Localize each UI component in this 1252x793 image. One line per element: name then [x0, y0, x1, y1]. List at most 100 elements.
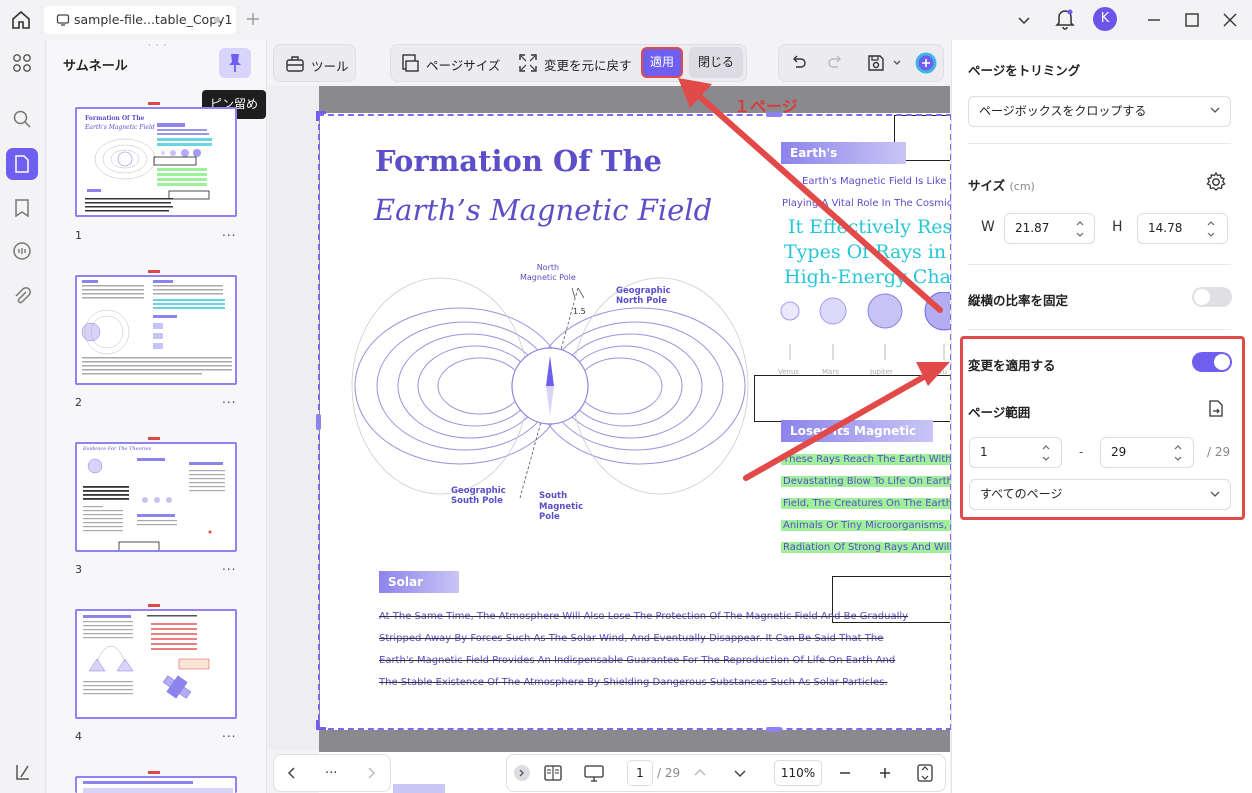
comment-icon[interactable]: [12, 241, 32, 261]
bell-icon[interactable]: [1055, 8, 1075, 30]
next-page-heading-sliver: [393, 784, 445, 793]
range-to-value: 29: [1111, 445, 1127, 459]
pin-button[interactable]: [219, 48, 251, 78]
revert-button[interactable]: 変更を元に戻す: [544, 55, 632, 74]
page-thumbnail-5[interactable]: [75, 776, 237, 793]
close-window-icon[interactable]: [1222, 12, 1238, 28]
home-icon[interactable]: [10, 9, 32, 31]
size-settings-gear-icon[interactable]: [1205, 171, 1227, 193]
fit-page-icon[interactable]: [915, 763, 935, 783]
lock-ratio-toggle[interactable]: [1192, 287, 1232, 307]
pages-select-chevron-icon: [1209, 488, 1221, 500]
prev-page-icon[interactable]: [285, 766, 299, 780]
pages-select[interactable]: すべてのページ: [969, 479, 1231, 510]
thumb-2-marker: [146, 269, 162, 275]
range-to-stepper-icon[interactable]: [1173, 442, 1183, 464]
total-pages-label: / 29: [657, 766, 681, 780]
revert-expand-icon: [518, 53, 538, 73]
page-thumbnail-1[interactable]: Formation Of The Earth's Magnetic Field: [75, 107, 237, 217]
current-page-input[interactable]: 1: [627, 760, 653, 786]
page-number-4: 4: [75, 730, 82, 743]
size-unit: (cm): [1009, 180, 1035, 193]
svg-text:Evidence For The Theories: Evidence For The Theories: [82, 446, 152, 452]
range-from-stepper-icon[interactable]: [1041, 442, 1051, 464]
scroll-down-icon[interactable]: [733, 766, 747, 780]
page-thumbnail-2[interactable]: [75, 275, 237, 385]
zoom-in-icon[interactable]: [878, 766, 892, 780]
lock-ratio-knob: [1194, 289, 1210, 305]
crop-mode-value: ページボックスをクロップする: [979, 104, 1147, 118]
lock-ratio-label: 縦横の比率を固定: [968, 293, 1069, 308]
page-number-3: 3: [75, 563, 82, 576]
toolbox-icon: [285, 54, 305, 74]
page-number-2: 2: [75, 396, 82, 409]
apps-grid-icon[interactable]: [12, 53, 32, 73]
thumbnails-page-icon[interactable]: [14, 155, 30, 173]
apply-changes-toggle[interactable]: [1192, 352, 1232, 372]
page-range-label: ページ範囲: [968, 405, 1031, 420]
page-more-button[interactable]: ...: [325, 762, 337, 777]
search-icon[interactable]: [12, 109, 32, 129]
apply-changes-knob: [1214, 354, 1230, 370]
sidebar-toggle-icon[interactable]: [13, 762, 33, 782]
crop-handle-top-left[interactable]: [316, 111, 326, 121]
thumb-3-marker: [146, 436, 162, 442]
range-dash: -: [1079, 445, 1084, 459]
page-3-more-button[interactable]: ...: [222, 559, 236, 573]
height-value: 14.78: [1148, 221, 1183, 235]
crop-handle-bottom[interactable]: [766, 727, 782, 732]
page-size-button[interactable]: ページサイズ: [426, 55, 500, 74]
page-thumbnail-4[interactable]: [75, 609, 237, 719]
presentation-icon[interactable]: [583, 763, 605, 783]
bookmark-icon[interactable]: [13, 198, 31, 218]
crop-handle-left[interactable]: [316, 414, 321, 430]
tools-button[interactable]: ツール: [273, 44, 356, 82]
next-page-icon[interactable]: [364, 766, 378, 780]
size-label-text: サイズ: [968, 178, 1006, 193]
page-thumbnail-3[interactable]: Evidence For The Theories: [75, 442, 237, 552]
height-label: H: [1112, 219, 1123, 235]
svg-text:Earth's Magnetic Field: Earth's Magnetic Field: [84, 124, 155, 131]
page-size-icon: [400, 53, 420, 73]
tab-unsaved-dot: [214, 17, 220, 23]
width-label: W: [981, 219, 995, 235]
divider-3: [968, 329, 1231, 330]
range-from-value: 1: [980, 445, 988, 459]
page-number-1: 1: [75, 229, 82, 242]
avatar[interactable]: K: [1093, 7, 1117, 31]
minimize-icon[interactable]: [1146, 12, 1162, 28]
pages-select-value: すべてのページ: [980, 487, 1063, 501]
panel-drag-handle[interactable]: · · ·: [148, 41, 167, 51]
tab-doc-icon: [56, 13, 70, 27]
page-range-icon[interactable]: [1206, 399, 1226, 419]
page-2-more-button[interactable]: ...: [222, 392, 236, 406]
crop-mode-select[interactable]: ページボックスをクロップする: [968, 96, 1231, 127]
annotation-label: １ページ: [734, 97, 798, 116]
reading-mode-icon[interactable]: [543, 763, 563, 783]
document-tab[interactable]: sample-file...table_Copy1: [44, 6, 236, 34]
zoom-out-icon[interactable]: [838, 766, 852, 780]
chevron-down-icon[interactable]: [1017, 13, 1031, 27]
thumb-1-marker: [146, 101, 162, 107]
width-value: 21.87: [1015, 221, 1050, 235]
thumbnail-panel-title: サムネール: [63, 59, 128, 74]
collapse-bar-icon[interactable]: [514, 765, 530, 781]
size-label: サイズ (cm): [968, 175, 1035, 194]
new-tab-icon[interactable]: [245, 11, 261, 27]
save-dropdown-icon[interactable]: [892, 58, 902, 68]
tools-label: ツール: [311, 59, 349, 74]
thumb-4-marker: [146, 603, 162, 609]
svg-text:Formation Of The: Formation Of The: [85, 115, 145, 122]
crop-handle-bottom-left[interactable]: [316, 720, 326, 730]
maximize-icon[interactable]: [1184, 12, 1200, 28]
width-stepper-icon[interactable]: [1075, 218, 1085, 240]
crop-mode-chevron-icon: [1209, 104, 1221, 116]
height-stepper-icon[interactable]: [1206, 218, 1216, 240]
zoom-level[interactable]: 110%: [774, 760, 822, 786]
attachment-icon[interactable]: [12, 286, 32, 306]
page-4-more-button[interactable]: ...: [222, 726, 236, 740]
scroll-up-icon[interactable]: [693, 766, 707, 780]
divider-2: [968, 264, 1231, 265]
thumb-5-marker: [146, 770, 162, 776]
page-1-more-button[interactable]: ...: [222, 225, 236, 239]
